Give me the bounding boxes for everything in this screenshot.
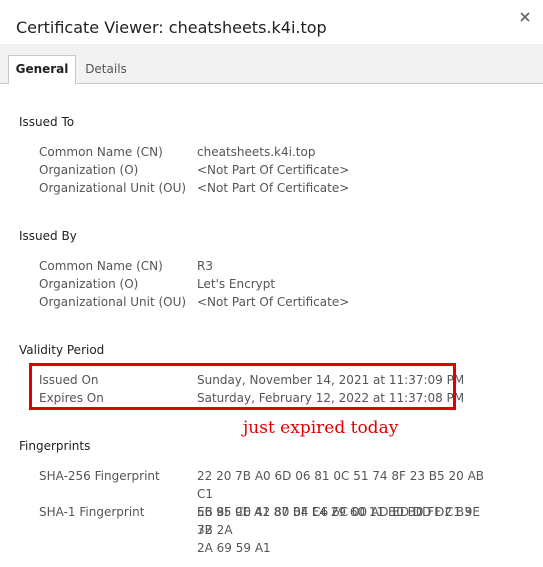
field-value: <Not Part Of Certificate> [197, 163, 350, 177]
expired-annotation: just expired today [243, 418, 399, 438]
issued-by-o-row: Organization (O) Let's Encrypt [39, 275, 519, 293]
field-label: Organization (O) [39, 277, 139, 291]
general-tab-content: Issued To Common Name (CN) cheatsheets.k… [0, 84, 543, 567]
field-label: Organization (O) [39, 163, 139, 177]
field-value: R3 [197, 259, 213, 273]
issued-by-cn-row: Common Name (CN) R3 [39, 257, 519, 275]
tab-details[interactable]: Details [80, 56, 132, 83]
certificate-viewer-dialog: Certificate Viewer: cheatsheets.k4i.top … [0, 0, 543, 567]
field-value: 56 95 C0 42 80 04 C6 6C 00 AD ED DD D2 B… [197, 503, 487, 557]
field-label: SHA-256 Fingerprint [39, 469, 160, 483]
sha1-fingerprint-row: SHA-1 Fingerprint 56 95 C0 42 80 04 C6 6… [39, 503, 519, 555]
issued-to-cn-row: Common Name (CN) cheatsheets.k4i.top [39, 143, 519, 161]
issued-by-heading: Issued By [19, 229, 77, 243]
fingerprint-line: 2A 69 59 A1 [197, 541, 271, 555]
tab-general[interactable]: General [8, 55, 76, 85]
close-button[interactable] [512, 4, 538, 30]
close-icon [520, 12, 530, 22]
issued-to-heading: Issued To [19, 115, 75, 129]
validity-period-heading: Validity Period [19, 343, 105, 357]
fingerprints-heading: Fingerprints [19, 439, 91, 453]
field-value: <Not Part Of Certificate> [197, 295, 350, 309]
dialog-title: Certificate Viewer: cheatsheets.k4i.top [16, 18, 327, 37]
field-value: cheatsheets.k4i.top [197, 145, 316, 159]
field-value: <Not Part Of Certificate> [197, 181, 350, 195]
validity-highlight-box [29, 363, 456, 410]
title-bar: Certificate Viewer: cheatsheets.k4i.top [0, 0, 543, 44]
field-label: Organizational Unit (OU) [39, 181, 187, 195]
field-label: Common Name (CN) [39, 145, 163, 159]
fingerprint-line: 56 95 C0 42 80 04 C6 6C 00 AD ED DD D2 B… [197, 505, 472, 537]
sha256-fingerprint-row: SHA-256 Fingerprint 22 20 7B A0 6D 06 81… [39, 467, 519, 537]
fingerprint-line: 22 20 7B A0 6D 06 81 0C 51 74 8F 23 B5 2… [197, 469, 485, 501]
field-label: Organizational Unit (OU) [39, 295, 187, 309]
issued-to-o-row: Organization (O) <Not Part Of Certificat… [39, 161, 519, 179]
issued-by-ou-row: Organizational Unit (OU) <Not Part Of Ce… [39, 293, 519, 311]
field-value: Let's Encrypt [197, 277, 276, 291]
issued-to-ou-row: Organizational Unit (OU) <Not Part Of Ce… [39, 179, 519, 197]
field-label: Common Name (CN) [39, 259, 163, 273]
field-label: SHA-1 Fingerprint [39, 505, 145, 519]
tab-strip: General Details [0, 44, 543, 85]
